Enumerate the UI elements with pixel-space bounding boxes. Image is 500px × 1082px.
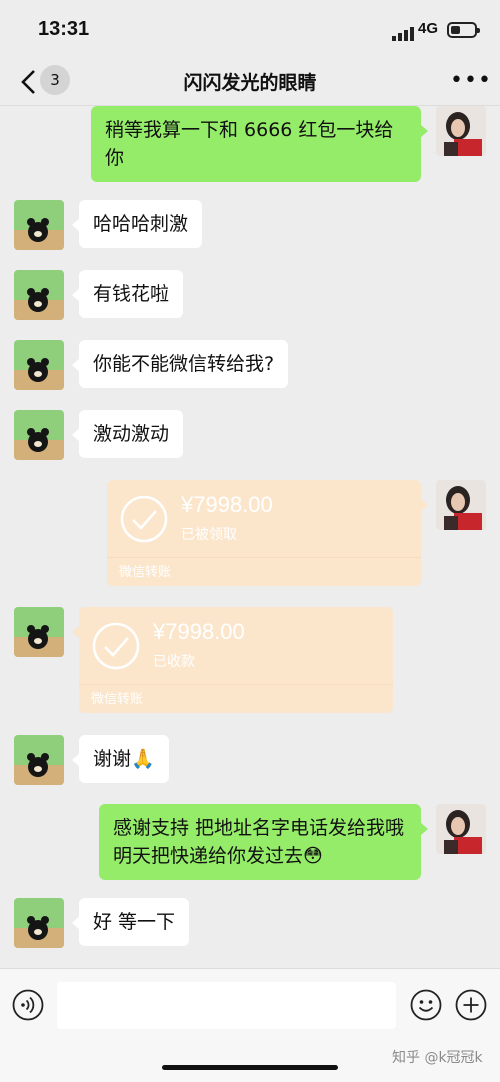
transfer-status: 已收款 [153,654,195,670]
status-bar: 13:31 4G [0,0,500,58]
self-avatar[interactable] [436,480,486,530]
more-options-icon[interactable]: ••• [450,70,492,92]
message-bubble: 哈哈哈刺激 [71,200,203,248]
status-time: 13:31 [38,18,90,40]
contact-avatar[interactable] [14,735,64,785]
message-bubble: 稍等我算一下和 6666 红包一块给你 [91,106,428,182]
chat-header: 3 闪闪发光的眼睛 ••• [0,58,500,106]
contact-avatar[interactable] [14,607,64,657]
contact-avatar[interactable] [14,898,64,948]
message-input[interactable] [57,982,396,1029]
chat-title: 闪闪发光的眼睛 [183,72,317,94]
contact-avatar[interactable] [14,270,64,320]
emoji-icon[interactable] [410,989,442,1021]
check-circle-icon [120,495,168,543]
contact-avatar[interactable] [14,340,64,390]
home-indicator[interactable] [162,1065,338,1070]
message-bubble: 有钱花啦 [71,270,184,318]
message-bubble: 谢谢🙏 [72,735,169,783]
transfer-card[interactable]: ¥7998.00 已被领取 微信转账 [107,480,428,586]
transfer-amount: ¥7998.00 [153,619,245,644]
contact-avatar[interactable] [14,200,64,250]
transfer-divider [107,557,421,558]
signal-icon [392,22,416,41]
transfer-amount: ¥7998.00 [181,492,273,517]
battery-icon [447,22,480,38]
message-bubble: 好 等一下 [71,898,190,946]
self-avatar[interactable] [436,106,486,156]
transfer-footer: 微信转账 [91,692,144,707]
plus-icon[interactable] [455,989,487,1021]
contact-avatar[interactable] [14,410,64,460]
transfer-footer: 微信转账 [119,565,172,580]
transfer-card[interactable]: ¥7998.00 已收款 微信转账 [72,607,393,713]
self-avatar[interactable] [436,804,486,854]
voice-icon[interactable] [12,989,44,1021]
message-bubble: 你能不能微信转给我? [71,340,289,388]
transfer-divider [79,684,393,685]
watermark: 知乎 @k冠冠k [392,1050,483,1066]
check-circle-icon [92,622,140,670]
message-bubble: 激动激动 [71,410,184,458]
network-label: 4G [418,20,439,37]
message-bubble: 感谢支持 把地址名字电话发给我哦 明天把快递给你发过去😳 [99,804,428,880]
transfer-status: 已被领取 [181,527,237,543]
